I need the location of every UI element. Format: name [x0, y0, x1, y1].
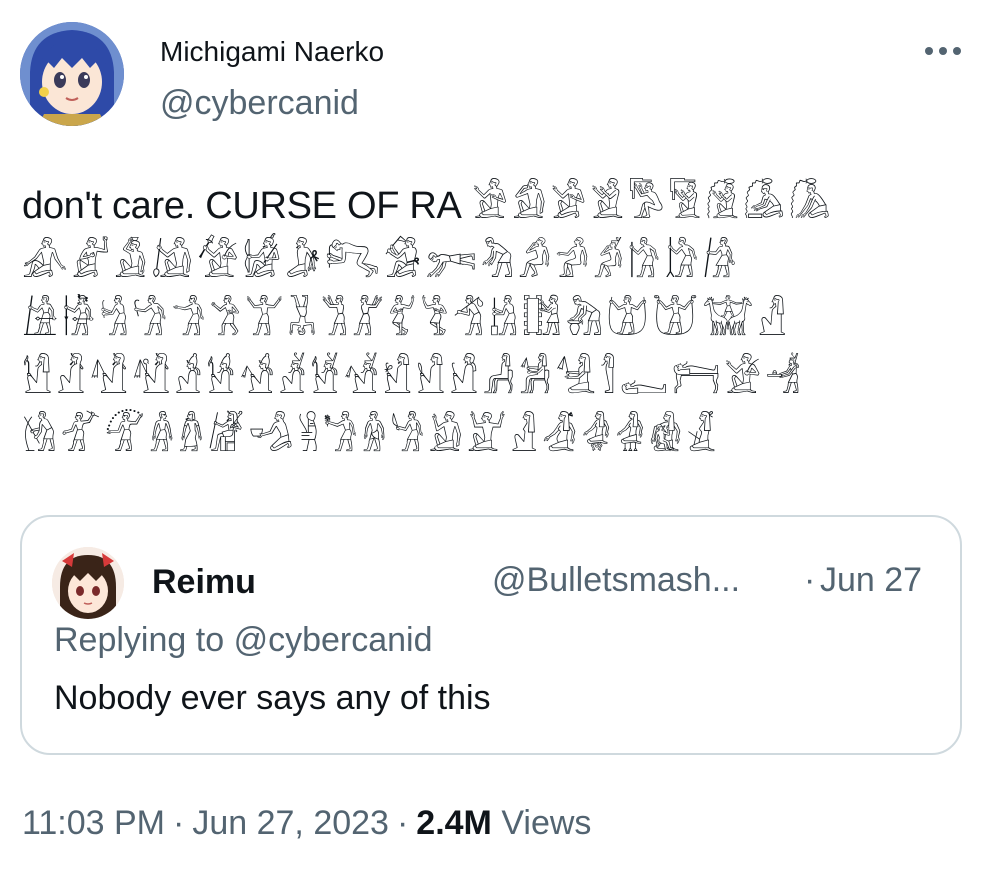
hieroglyphs-line-4: 𓀮𓀯𓀰𓀱𓀲𓀳𓀴𓀵𓀶𓀷𓀸𓀹𓀺𓀻𓀼𓀽𓀾𓀿𓁀𓁁𓁂	[22, 358, 805, 402]
quote-date[interactable]: Jun 27	[820, 561, 922, 600]
quoted-tweet-card[interactable]: Reimu @Bulletsmash... · Jun 27 Replying …	[20, 515, 962, 755]
hieroglyphs-line-3: 𓀚𓀛𓀜𓀝𓀞𓀟𓀠𓀡𓀢𓀣𓀤𓀥𓀦𓀧𓀨𓀩𓀪𓀫𓀬𓀭	[22, 300, 791, 344]
views-count[interactable]: 2.4M	[416, 804, 492, 842]
quote-author-name[interactable]: Reimu	[152, 563, 256, 602]
author-handle[interactable]: @cybercanid	[160, 84, 359, 123]
tweet-date[interactable]: Jun 27, 2023	[192, 804, 389, 842]
meta-dot-2: ·	[396, 804, 409, 842]
more-options-button[interactable]	[918, 34, 968, 68]
replying-mention[interactable]: @cybercanid	[234, 621, 433, 659]
tweet-text-lead: don't care. CURSE OF RA	[22, 185, 462, 227]
tweet: Michigami Naerko @cybercanid don't care.…	[0, 0, 992, 878]
quote-author-handle[interactable]: @Bulletsmash...	[492, 561, 740, 600]
quote-text: Nobody ever says any of this	[54, 679, 491, 717]
author-display-name[interactable]: Michigami Naerko	[160, 36, 384, 68]
tweet-text: don't care. CURSE OF RA 𓀀𓀁𓀂𓀃𓀄𓀅𓀆𓀇𓀈 𓀉𓀊𓀋𓀌𓀍𓀎…	[22, 176, 972, 467]
more-dots-icon	[925, 47, 961, 55]
views-label: Views	[501, 804, 592, 842]
quote-separator: ·	[804, 561, 816, 599]
replying-to: Replying to @cybercanid	[54, 621, 433, 660]
reimu-avatar-icon	[52, 547, 124, 619]
tweet-time[interactable]: 11:03 PM	[22, 804, 165, 842]
hieroglyphs-line-5: 𓁃𓁄𓁅𓁆𓁇𓁈𓁉𓁊𓁋𓁌𓁍𓁎𓁏𓁐𓁑𓁒𓁓𓁔𓁕	[22, 416, 721, 460]
meta-dot-1: ·	[173, 804, 185, 842]
tweet-meta: 11:03 PM · Jun 27, 2023 · 2.4M Views	[22, 804, 591, 843]
anime-avatar-icon	[20, 22, 124, 126]
hieroglyphs-line-2: 𓀉𓀊𓀋𓀌𓀍𓀎𓀏𓀐𓀑𓀒𓀓𓀔𓀕𓀖𓀗𓀘𓀙	[22, 242, 741, 286]
quote-avatar[interactable]	[52, 547, 124, 619]
replying-prefix: Replying to	[54, 621, 225, 659]
hieroglyphs-line-1: 𓀀𓀁𓀂𓀃𓀄𓀅𓀆𓀇𓀈	[472, 183, 835, 227]
author-avatar[interactable]	[20, 22, 124, 126]
